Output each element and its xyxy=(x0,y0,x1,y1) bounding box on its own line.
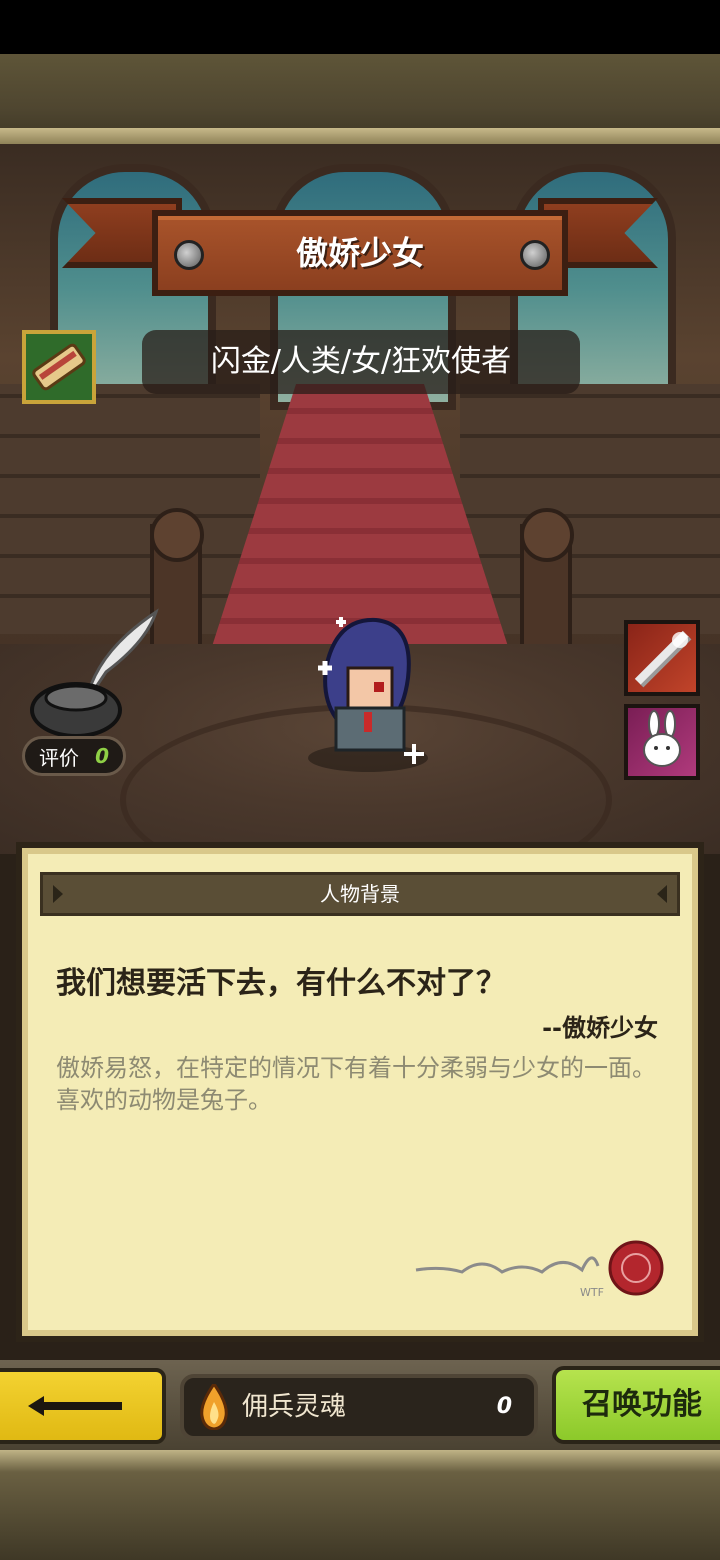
soul-label: 佣兵灵魂 xyxy=(242,1392,347,1422)
soul-flame-icon xyxy=(200,1384,228,1430)
rating-value: 0 xyxy=(95,744,109,768)
signature-text: WTF xyxy=(580,1286,604,1299)
character-background-panel: 人物背景 我们想要活下去，有什么不对了？ --傲娇少女 傲娇易怒，在特定的情况下… xyxy=(16,842,704,1342)
brick-wall-right xyxy=(460,384,720,634)
character-quote: 我们想要活下去，有什么不对了？ xyxy=(56,966,506,1001)
character-name: 傲娇少女 xyxy=(295,234,424,272)
soul-count: 0 xyxy=(496,1394,512,1419)
character-name-banner: 傲娇少女 xyxy=(62,192,658,312)
mercenary-soul-counter: 佣兵灵魂 0 xyxy=(180,1374,538,1440)
top-parchment-decoration xyxy=(0,54,720,144)
back-button[interactable] xyxy=(0,1368,166,1444)
character-sprite xyxy=(296,608,436,778)
rating-label: 评价 xyxy=(39,745,79,770)
panel-header-title: 人物背景 xyxy=(320,882,400,906)
brick-wall-left xyxy=(0,384,260,634)
quill-inkwell-icon[interactable] xyxy=(26,602,166,742)
rabbit-skill-icon[interactable] xyxy=(624,704,700,780)
crossed-swords-skill-icon[interactable] xyxy=(624,620,700,696)
quote-author: --傲娇少女 xyxy=(542,1014,658,1042)
pillar-orb-right xyxy=(520,508,574,562)
status-bar xyxy=(0,0,720,54)
header-arrow-right-icon xyxy=(657,885,667,903)
character-tags: 闪金/人类/女/狂欢使者 xyxy=(142,330,580,394)
scroll-icon[interactable] xyxy=(22,330,96,404)
rating-display: 评价 0 xyxy=(22,736,126,776)
header-arrow-left-icon xyxy=(53,885,63,903)
pillar-orb-left xyxy=(150,508,204,562)
back-arrow-icon xyxy=(28,1396,122,1416)
panel-header: 人物背景 xyxy=(40,872,680,916)
character-description: 傲娇易怒，在特定的情况下有着十分柔弱与少女的一面。喜欢的动物是兔子。 xyxy=(56,1054,656,1114)
summon-button[interactable]: 召唤功能 xyxy=(552,1366,720,1444)
bottom-parchment-decoration xyxy=(0,1450,720,1560)
signature-seal: WTF xyxy=(412,1236,672,1306)
